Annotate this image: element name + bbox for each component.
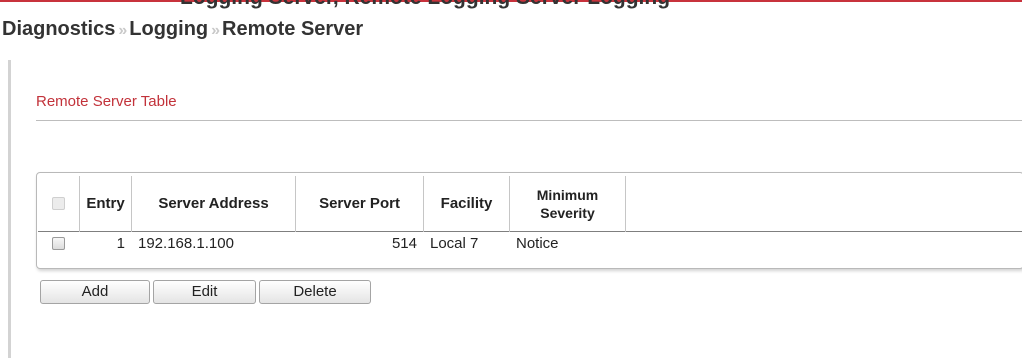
minimum-severity-header-line2: Severity — [540, 204, 595, 221]
server-address-header: Server Address — [131, 176, 296, 232]
server-port-header: Server Port — [295, 176, 424, 232]
minimum-severity-header: Minimum Severity — [509, 176, 626, 232]
cutoff-heading: Logging Server, Remote Logging Server Lo… — [180, 0, 670, 10]
row-filler-cell — [626, 232, 1022, 255]
breadcrumb-item-logging[interactable]: Logging — [129, 18, 208, 40]
select-all-header[interactable] — [37, 176, 80, 232]
add-button[interactable]: Add — [40, 280, 150, 304]
edit-button[interactable]: Edit — [153, 280, 256, 304]
action-buttons: Add Edit Delete — [40, 280, 374, 304]
section-title: Remote Server Table — [36, 93, 177, 110]
minimum-severity-header-line1: Minimum — [536, 186, 599, 203]
breadcrumb: Diagnostics» Logging» Remote Server — [2, 18, 363, 41]
minimum-severity-cell: Notice — [516, 234, 559, 252]
entry-cell: 1 — [116, 234, 125, 252]
checkbox-icon[interactable] — [52, 237, 65, 251]
header-filler — [625, 176, 1022, 232]
breadcrumb-item-diagnostics[interactable]: Diagnostics — [2, 18, 115, 40]
facility-header: Facility — [423, 176, 510, 232]
double-chevron-right-icon: » — [118, 22, 127, 39]
server-address-cell: 192.168.1.100 — [138, 234, 234, 252]
breadcrumb-item-remote-server: Remote Server — [222, 18, 364, 40]
delete-button[interactable]: Delete — [259, 280, 371, 304]
left-border-rule — [8, 60, 11, 358]
remote-server-table: Entry Server Address Server Port Facilit… — [36, 172, 1022, 269]
facility-cell: Local 7 — [430, 234, 479, 252]
entry-header: Entry — [79, 176, 132, 232]
select-all-checkbox-icon[interactable] — [51, 197, 65, 211]
server-port-cell: 514 — [391, 234, 417, 252]
row-select-cell[interactable] — [38, 232, 80, 255]
double-chevron-right-icon: » — [211, 22, 220, 39]
table-header-row: Entry Server Address Server Port Facilit… — [37, 176, 1022, 232]
section-divider — [36, 120, 1022, 121]
table-row[interactable]: 1 192.168.1.100 514 Local 7 Notice — [38, 232, 1022, 255]
